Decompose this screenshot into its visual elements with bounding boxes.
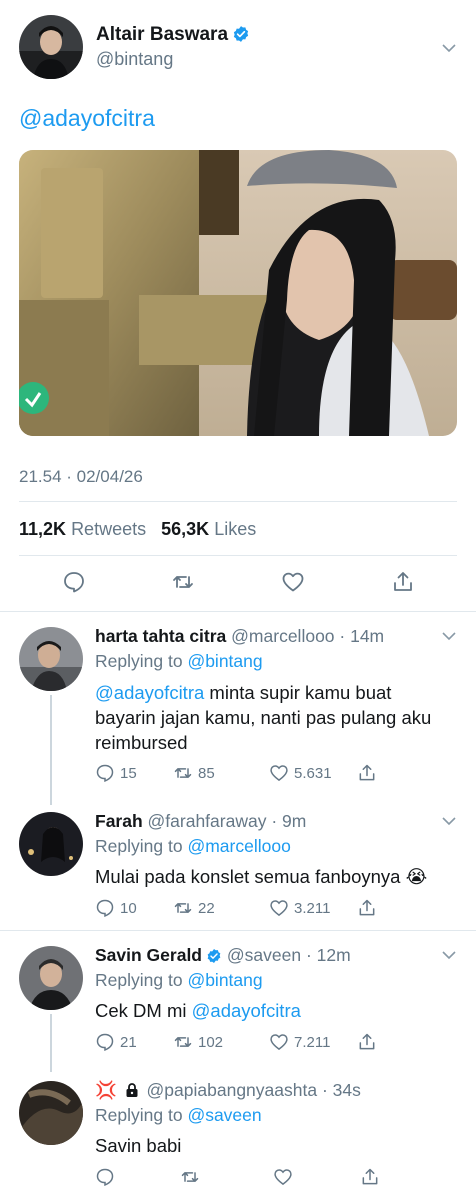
reply-handle[interactable]: @saveen — [227, 945, 301, 965]
likes-stat[interactable]: 56,3K Likes — [161, 519, 256, 539]
replying-to: Replying to @marcellooo — [95, 836, 291, 856]
reply-avatar[interactable] — [19, 627, 83, 691]
reply-header: harta tahta citra @marcellooo · 14m — [95, 626, 384, 647]
divider — [19, 501, 457, 502]
reply-text: Mulai pada konslet semua fanboynya 😭 — [95, 866, 428, 887]
share-button[interactable] — [357, 898, 382, 918]
lock-icon — [126, 1083, 138, 1097]
like-icon[interactable] — [281, 570, 305, 599]
reply-time: · 14m — [339, 626, 385, 646]
tweet-timestamp[interactable]: 21.54 · 02/04/26 — [19, 467, 143, 487]
reply-time: · 12m — [305, 945, 351, 965]
reply-button[interactable]: 21 — [95, 1032, 173, 1052]
reply-actions: 10 22 3.211 — [95, 898, 385, 918]
like-icon — [270, 900, 288, 917]
retweets-stat[interactable]: 11,2K Retweets — [19, 519, 146, 539]
share-button[interactable] — [360, 1167, 385, 1187]
like-icon — [270, 765, 288, 782]
retweet-icon — [174, 1037, 192, 1047]
reply-name[interactable]: Savin Gerald — [95, 945, 202, 965]
share-icon — [359, 1033, 375, 1050]
like-button[interactable]: 3.211 — [269, 898, 357, 918]
reply-actions: 15 85 5.631 — [95, 763, 385, 783]
reply-button[interactable] — [95, 1167, 180, 1187]
divider — [0, 611, 476, 612]
reply-icon — [96, 1033, 114, 1052]
tweet-mention[interactable]: @adayofcitra — [19, 105, 155, 132]
verified-badge-icon — [233, 26, 249, 42]
retweet-button[interactable]: 85 — [173, 763, 269, 783]
chevron-down-icon[interactable] — [441, 813, 457, 829]
reply-button[interactable]: 15 — [95, 763, 173, 783]
reply-mention[interactable]: @adayofcitra — [192, 1000, 301, 1021]
reply-button[interactable]: 10 — [95, 898, 173, 918]
retweet-button[interactable]: 102 — [173, 1032, 269, 1052]
reply-avatar[interactable] — [19, 1081, 83, 1145]
reply-text: Cek DM mi @adayofcitra — [95, 1000, 301, 1021]
author-avatar[interactable] — [19, 15, 83, 79]
reply-name[interactable]: Farah — [95, 811, 143, 831]
reply-handle[interactable]: @farahfaraway — [148, 811, 267, 831]
reply-handle[interactable]: @papiabangnyaashta — [147, 1080, 318, 1100]
reply-icon[interactable] — [62, 570, 86, 599]
like-button[interactable]: 5.631 — [269, 763, 357, 783]
reply-handle[interactable]: @marcellooo — [231, 626, 334, 646]
retweet-icon — [174, 768, 192, 778]
divider — [19, 555, 457, 556]
reply-icon — [96, 1168, 114, 1187]
chevron-down-icon[interactable] — [441, 947, 457, 963]
reply-avatar[interactable] — [19, 812, 83, 876]
reply-time: · 34s — [321, 1080, 361, 1100]
replying-to-handle[interactable]: @bintang — [187, 970, 262, 990]
reply-name[interactable]: harta tahta citra — [95, 626, 226, 646]
tweet-photo[interactable] — [19, 150, 457, 436]
like-button[interactable] — [273, 1167, 360, 1187]
author-header: Altair Baswara @bintang — [96, 24, 250, 70]
thread-line — [50, 1014, 52, 1072]
replying-to-handle[interactable]: @bintang — [187, 651, 262, 671]
retweet-button[interactable]: 22 — [173, 898, 269, 918]
replying-to-handle[interactable]: @marcellooo — [187, 836, 290, 856]
reply-time: · 9m — [271, 811, 307, 831]
anger-emoji-icon: 💢 — [95, 1080, 117, 1100]
replying-to: Replying to @saveen — [95, 1105, 262, 1125]
reply-avatar[interactable] — [19, 946, 83, 1010]
author-name[interactable]: Altair Baswara — [96, 24, 228, 45]
chevron-down-icon[interactable] — [441, 628, 457, 644]
reply-icon — [96, 764, 114, 783]
reply-actions: 21 102 7.211 — [95, 1032, 385, 1052]
reply-header: Savin Gerald @saveen · 12m — [95, 945, 351, 966]
retweet-icon — [181, 1172, 199, 1182]
reply-header: 💢 @papiabangnyaashta · 34s — [95, 1080, 361, 1101]
like-icon — [270, 1034, 288, 1051]
reply-header: Farah @farahfaraway · 9m — [95, 811, 306, 832]
reply-text: Savin babi — [95, 1135, 182, 1156]
divider — [0, 930, 476, 931]
share-button[interactable] — [357, 1032, 382, 1052]
share-icon — [362, 1168, 378, 1185]
author-handle: @bintang — [96, 49, 174, 69]
share-icon — [359, 899, 375, 916]
share-icon[interactable] — [391, 570, 415, 599]
reply-mention[interactable]: @adayofcitra — [95, 682, 204, 703]
share-icon — [359, 764, 375, 781]
retweet-icon[interactable] — [171, 570, 195, 599]
reply-actions — [95, 1167, 385, 1187]
like-icon — [274, 1169, 292, 1186]
reply-text: @adayofcitra minta supir kamu buat bayar… — [95, 682, 432, 753]
crying-emoji-icon: 😭 — [405, 866, 428, 887]
replying-to-handle[interactable]: @saveen — [187, 1105, 261, 1125]
like-button[interactable]: 7.211 — [269, 1032, 357, 1052]
thread-line — [50, 695, 52, 805]
retweet-button[interactable] — [180, 1167, 273, 1187]
replying-to: Replying to @bintang — [95, 970, 263, 990]
retweet-icon — [174, 903, 192, 913]
verified-badge-icon — [207, 949, 221, 963]
engagement-counts: 11,2K Retweets 56,3K Likes — [19, 519, 256, 540]
replying-to: Replying to @bintang — [95, 651, 263, 671]
chevron-down-icon[interactable] — [441, 40, 457, 56]
reply-icon — [96, 899, 114, 918]
share-button[interactable] — [357, 763, 382, 783]
